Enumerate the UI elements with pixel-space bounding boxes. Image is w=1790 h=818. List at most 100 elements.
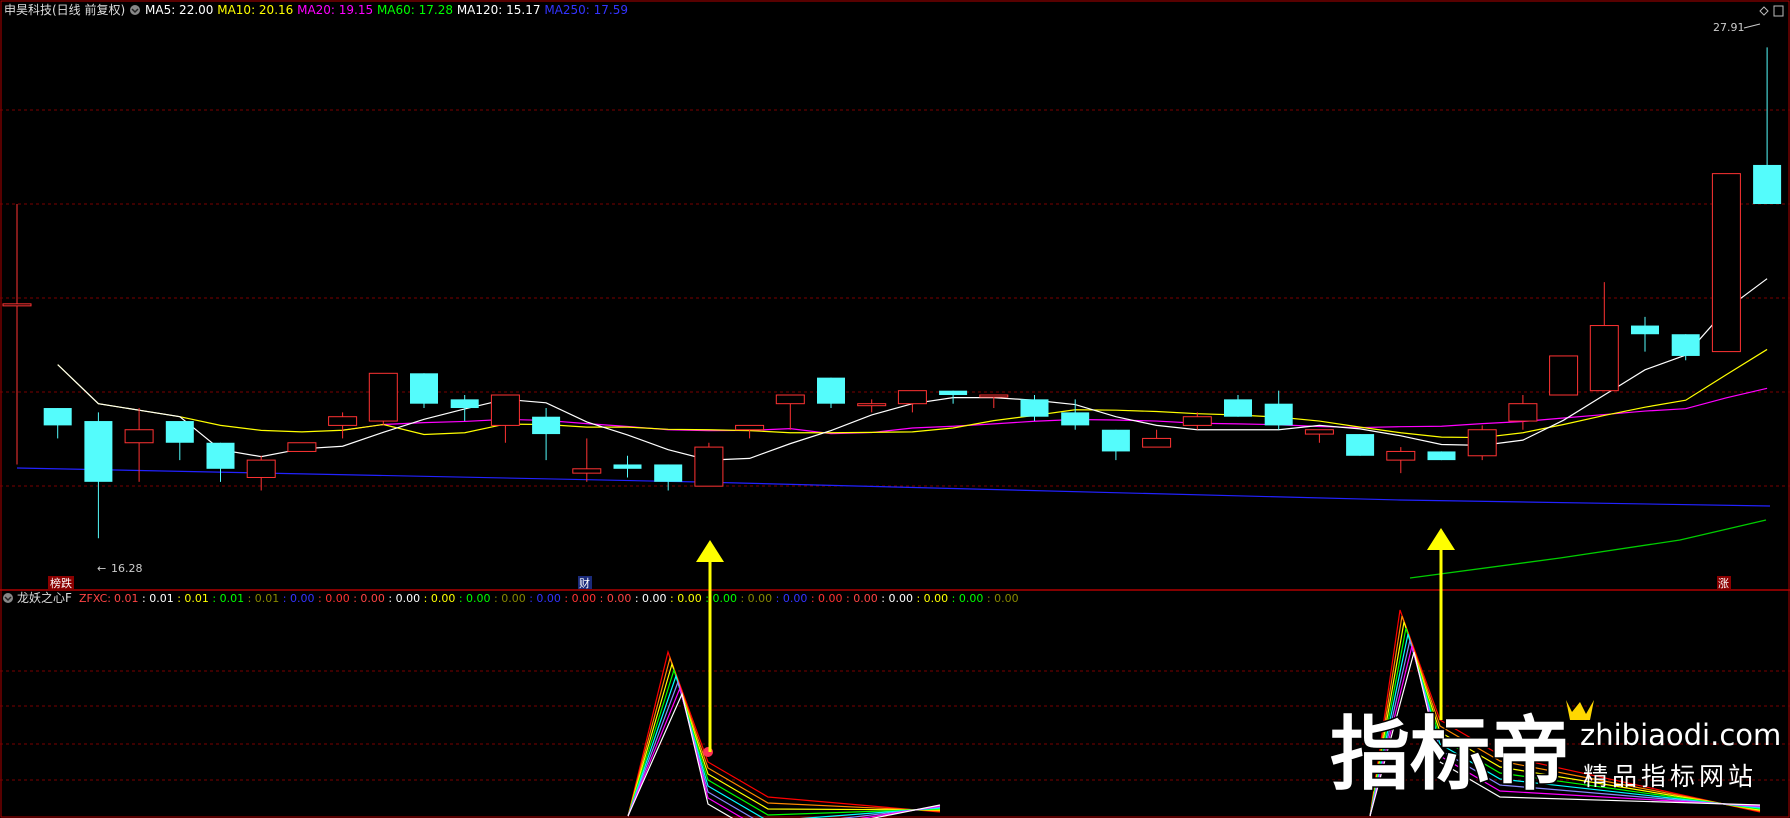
candle (1711, 173, 1741, 353)
stock-title: 申昊科技(日线 前复权) (4, 2, 125, 17)
candle-body-down (613, 464, 642, 469)
candle (1467, 425, 1497, 461)
candle-body-up (979, 394, 1009, 398)
zfxc-value: : 0.00 (737, 592, 772, 605)
ma-indicator-readouts: MA5: 22.00 MA10: 20.16 MA20: 19.15 MA60:… (145, 3, 628, 17)
indicator-wave (627, 661, 941, 817)
candle (1386, 447, 1416, 474)
candle (2, 204, 32, 465)
zfxc-value: : 0.00 (878, 592, 913, 605)
zfxc-value: 0.01 (114, 592, 139, 605)
candle-body-down (84, 421, 113, 482)
arrow-head (1427, 528, 1455, 550)
candle-body-down (817, 377, 845, 404)
zfxc-value: : 0.00 (843, 592, 878, 605)
low-price-label-arrow: ← (97, 562, 106, 575)
settings-toggle-icon[interactable] (130, 5, 140, 15)
candle (1427, 451, 1456, 461)
zfxc-value: : 0.00 (667, 592, 702, 605)
window-icon[interactable] (1773, 5, 1784, 17)
candle (1508, 395, 1538, 430)
indicator-wave (627, 680, 941, 818)
watermark-logo: 指标帝 (1330, 708, 1570, 801)
candle (1224, 395, 1252, 417)
ma-readout-4: MA120: 15.17 (453, 3, 541, 17)
candle (572, 438, 602, 482)
zfxc-value: : 0.01 (139, 592, 174, 605)
high-price-label: 27.91 (1713, 21, 1745, 34)
candle (735, 424, 765, 439)
candle-body-down (450, 399, 479, 409)
zfxc-value: : 0.00 (983, 592, 1018, 605)
sub-header: 龙妖之心F ZFXC: 0.01 : 0.01 : 0.01 : 0.01 : … (3, 591, 1019, 605)
candle-body-up (1508, 403, 1538, 422)
candle-body-up (735, 424, 765, 431)
candle (165, 421, 194, 461)
candle-body-down (1101, 429, 1130, 452)
candle (410, 373, 438, 409)
zfxc-value: : 0.00 (913, 592, 948, 605)
candle (1264, 390, 1293, 430)
candle-body-up (572, 468, 602, 474)
marker-middle: 财 (579, 576, 590, 590)
ma-readout-3: MA60: 17.28 (373, 3, 453, 17)
candle (1346, 434, 1375, 456)
ma-readout-5: MA250: 17.59 (541, 3, 629, 17)
candle-body-up (1711, 173, 1741, 353)
zfxc-value: : 0.00 (596, 592, 631, 605)
indicator-wave (627, 692, 941, 818)
ma5-line (57, 278, 1768, 461)
sub-settings-icon[interactable] (3, 593, 13, 603)
arrow-head (696, 540, 724, 562)
zfxc-value: : 0.01 (244, 592, 279, 605)
indicator-wave (627, 674, 941, 818)
candle-body-up (1386, 450, 1416, 461)
candle-body-down (1631, 325, 1659, 335)
diamond-icon[interactable] (1759, 6, 1769, 16)
high-price-leader (1743, 23, 1761, 29)
candle (490, 394, 520, 443)
candle (84, 412, 113, 539)
watermark: 指标帝 zhibiaodi.com 精品指标网站 (1329, 700, 1781, 803)
candle-body-up (124, 429, 154, 444)
candle (206, 442, 235, 482)
candle (450, 395, 479, 422)
candle (817, 377, 845, 409)
ma-readout-2: MA20: 19.15 (293, 3, 373, 17)
candle-body-up (2, 303, 32, 307)
candle-body-down (1264, 403, 1293, 426)
ma60-line (1409, 519, 1767, 579)
zfxc-value: : 0.00 (350, 592, 385, 605)
zfxc-value: : 0.00 (279, 592, 314, 605)
watermark-slogan: 精品指标网站 (1583, 762, 1757, 791)
candle (1182, 412, 1212, 430)
zfxc-value: : 0.00 (455, 592, 490, 605)
candle (775, 394, 805, 430)
candle-body-down (165, 421, 194, 443)
candle-body-down (206, 442, 235, 469)
candlestick-series (2, 47, 1782, 539)
candle-body-down (1427, 451, 1456, 461)
zfxc-value: : 0.00 (702, 592, 737, 605)
sub-indicator-title: 龙妖之心F (17, 591, 72, 605)
candle (979, 394, 1009, 409)
zfxc-value: : 0.00 (491, 592, 526, 605)
low-price-label: 16.28 (111, 562, 143, 575)
candle-body-up (1589, 325, 1619, 392)
candle-body-up (857, 403, 887, 407)
candle-body-up (1304, 429, 1334, 435)
candle-body-down (1753, 164, 1782, 205)
zfxc-value: : 0.00 (315, 592, 350, 605)
candle-body-down (410, 373, 438, 404)
candle-body-down (1061, 412, 1090, 426)
candle (897, 390, 927, 413)
candle (1101, 429, 1130, 461)
zfxc-value: : 0.00 (631, 592, 666, 605)
candle (654, 464, 683, 491)
candle (368, 372, 398, 426)
candle-body-up (694, 446, 724, 487)
candle-body-down (939, 390, 968, 396)
candle-body-up (328, 416, 358, 426)
candle-body-down (1224, 399, 1252, 417)
zfxc-value: : 0.00 (948, 592, 983, 605)
